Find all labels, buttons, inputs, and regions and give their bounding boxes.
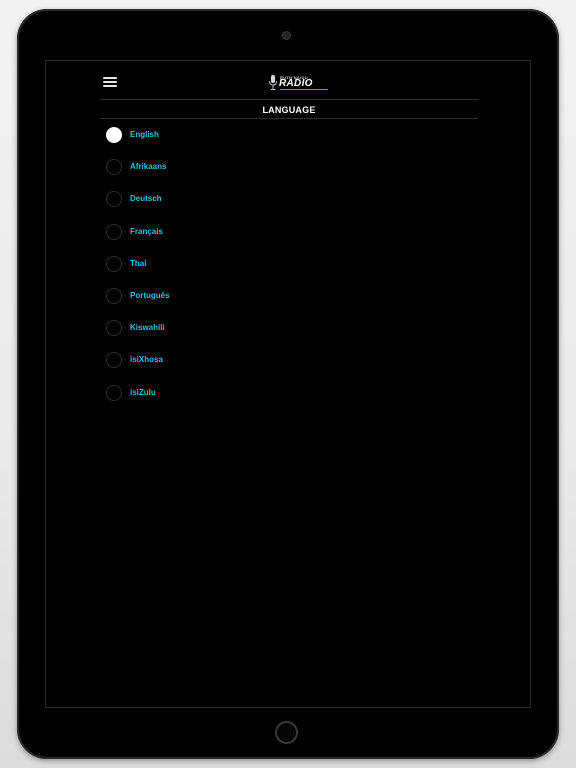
radio-unselected-icon[interactable]	[106, 352, 122, 369]
language-option-kiswahili[interactable]: Kiswahili	[106, 320, 466, 352]
tablet-frame: RUTH NAIDU RADIO LANGUAGE English Afrika…	[17, 9, 559, 759]
language-option-english[interactable]: English	[106, 127, 466, 159]
radio-unselected-icon[interactable]	[106, 287, 122, 304]
home-button[interactable]	[275, 721, 298, 744]
hamburger-icon-line	[103, 81, 117, 83]
language-label: English	[130, 130, 159, 139]
radio-unselected-icon[interactable]	[106, 255, 122, 272]
microphone-icon	[269, 75, 277, 90]
language-label: Deutsch	[130, 194, 162, 204]
language-label: isiZulu	[130, 387, 156, 397]
language-label: Thai	[130, 258, 147, 268]
radio-unselected-icon[interactable]	[106, 159, 122, 176]
logo-main-text: RADIO	[279, 78, 313, 89]
language-label: Afrikaans	[130, 162, 167, 172]
language-option-portugues[interactable]: Português	[106, 287, 466, 320]
language-option-deutsch[interactable]: Deutsch	[106, 191, 466, 223]
radio-selected-icon[interactable]	[106, 127, 122, 143]
menu-button[interactable]	[103, 76, 117, 88]
language-option-isixhosa[interactable]: isiXhosa	[106, 352, 466, 384]
language-option-francais[interactable]: Français	[106, 223, 466, 256]
radio-unselected-icon[interactable]	[106, 320, 122, 337]
language-option-afrikaans[interactable]: Afrikaans	[106, 159, 466, 191]
camera-icon	[283, 32, 290, 39]
logo-underline	[280, 89, 328, 90]
top-bar: RUTH NAIDU RADIO	[46, 61, 530, 99]
page-title: LANGUAGE	[262, 105, 316, 115]
language-label: Kiswahili	[130, 323, 165, 333]
language-option-thai[interactable]: Thai	[106, 255, 466, 288]
language-label: Français	[130, 226, 163, 236]
hamburger-icon-line	[103, 77, 117, 79]
language-label: Português	[130, 290, 170, 300]
app-logo: RUTH NAIDU RADIO	[268, 74, 328, 92]
app-screen: RUTH NAIDU RADIO LANGUAGE English Afrika…	[45, 60, 531, 708]
language-label: isiXhosa	[130, 355, 163, 365]
radio-unselected-icon[interactable]	[106, 384, 122, 401]
language-option-isizulu[interactable]: isiZulu	[106, 384, 466, 417]
hamburger-icon-line	[103, 85, 117, 87]
radio-unselected-icon[interactable]	[106, 223, 122, 240]
language-list: English Afrikaans Deutsch Français Thai …	[106, 127, 466, 417]
page-title-bar: LANGUAGE	[100, 99, 478, 119]
radio-unselected-icon[interactable]	[106, 191, 122, 208]
